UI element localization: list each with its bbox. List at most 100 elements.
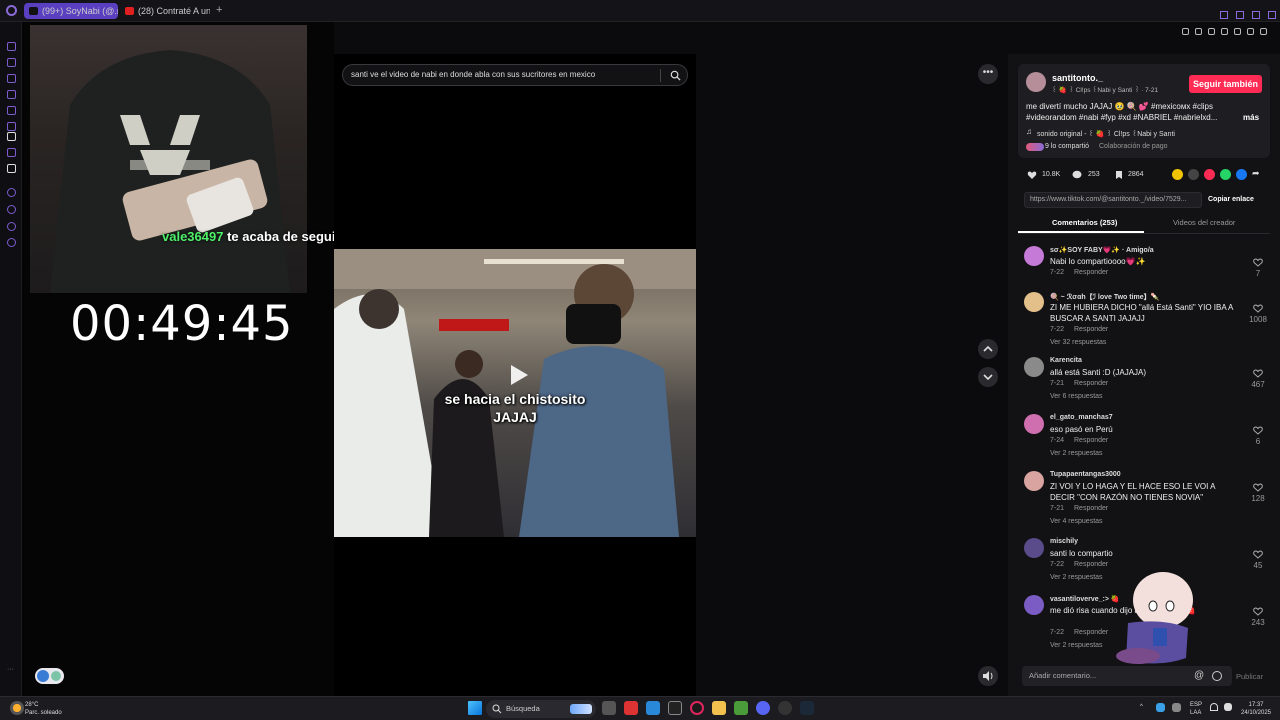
view-replies-link[interactable]: Ver 2 respuestas — [1050, 642, 1103, 649]
tray-app-icon[interactable] — [1156, 703, 1165, 712]
downloads-icon[interactable] — [7, 222, 16, 231]
toolbar-icon[interactable] — [1221, 28, 1228, 35]
tab-comments[interactable]: Comentarios (253) — [1052, 218, 1117, 227]
toolbar-icon[interactable] — [1208, 28, 1215, 35]
share-emoji-icon[interactable] — [1172, 169, 1183, 180]
clock-time[interactable]: 17:37 — [1240, 701, 1272, 709]
view-replies-link[interactable]: Ver 4 respuestas — [1050, 518, 1103, 525]
reply-button[interactable]: Responder — [1074, 505, 1108, 512]
mention-icon[interactable]: @ — [1194, 666, 1204, 686]
file-explorer-icon[interactable] — [712, 701, 726, 715]
new-tab-button[interactable]: + — [216, 4, 222, 16]
weather-icon[interactable] — [10, 701, 24, 715]
comment-username[interactable]: mischily — [1050, 538, 1078, 545]
taskbar-search[interactable]: Búsqueda — [486, 700, 596, 718]
comment-like-icon[interactable] — [1253, 304, 1263, 313]
comment-like-icon[interactable] — [1253, 369, 1263, 378]
more-icon[interactable]: ··· — [7, 666, 16, 675]
wifi-icon[interactable] — [1210, 703, 1218, 711]
discord-icon[interactable] — [756, 701, 770, 715]
view-replies-link[interactable]: Ver 32 respuestas — [1050, 339, 1106, 346]
toolbar-icon[interactable] — [1182, 28, 1189, 35]
comment-like-icon[interactable] — [1253, 483, 1263, 492]
comment-icon[interactable] — [1072, 170, 1082, 180]
whatsapp-icon[interactable] — [1220, 169, 1231, 180]
share-arrow-icon[interactable]: ➦ — [1252, 168, 1260, 179]
toolbar-icon[interactable] — [1234, 28, 1241, 35]
comment-like-icon[interactable] — [1253, 426, 1263, 435]
tray-app-icon-2[interactable] — [1172, 703, 1181, 712]
comment-username[interactable]: 🍭 ~ ℛσαh【ℐ love Two time】🍡 — [1050, 292, 1159, 302]
comment-username[interactable]: Karencita — [1050, 357, 1082, 364]
more-options-button[interactable]: ••• — [978, 64, 998, 84]
emoji-icon[interactable] — [1212, 671, 1222, 681]
start-icon[interactable] — [468, 701, 482, 715]
tab-tiktok[interactable]: (99+) SoyNabi (@.nabrielxd — [24, 3, 118, 19]
comment-like-icon[interactable] — [1253, 607, 1263, 616]
minimize-icon[interactable] — [1236, 11, 1244, 19]
sidebar-icon-5[interactable] — [7, 106, 16, 115]
maximize-icon[interactable] — [1252, 11, 1260, 19]
play-icon[interactable] — [503, 360, 533, 390]
toolbar-icon[interactable] — [1195, 28, 1202, 35]
heart-icon[interactable] — [1247, 28, 1254, 35]
history-icon[interactable] — [7, 188, 16, 197]
sidebar-icon-3[interactable] — [7, 74, 16, 83]
comment-avatar[interactable] — [1024, 292, 1044, 312]
search-icon[interactable] — [670, 70, 681, 81]
author-name[interactable]: santitonto._ — [1052, 73, 1103, 83]
volume-button[interactable] — [978, 666, 998, 686]
task-view-icon[interactable] — [602, 701, 616, 715]
comment-avatar[interactable] — [1024, 357, 1044, 377]
vs-code-icon[interactable] — [646, 701, 660, 715]
comment-avatar[interactable] — [1024, 595, 1044, 615]
opera-gx-icon[interactable] — [690, 701, 704, 715]
reply-button[interactable]: Responder — [1074, 269, 1108, 276]
sidebar-icon-1[interactable] — [7, 42, 16, 51]
search-input[interactable]: santi ve el video de nabi en donde abla … — [342, 64, 688, 86]
author-avatar[interactable] — [1026, 72, 1046, 92]
twitch-sidebar-icon[interactable] — [7, 148, 16, 157]
capcut-icon[interactable] — [668, 701, 682, 715]
embed-icon[interactable] — [1188, 169, 1199, 180]
language-layout[interactable]: LAA — [1190, 709, 1201, 717]
search-tabs-icon[interactable] — [1220, 11, 1228, 19]
tiktok-sidebar-icon[interactable] — [7, 132, 16, 141]
facebook-icon[interactable] — [1236, 169, 1247, 180]
sidebar-icon-2[interactable] — [7, 58, 16, 67]
comment-input[interactable]: Añadir comentario... @ — [1022, 666, 1232, 686]
comment-username[interactable]: ѕσ✨SOY FABY💗✨ · Amigo/a — [1050, 246, 1154, 254]
sidebar-icon-6[interactable] — [7, 122, 16, 131]
view-replies-link[interactable]: Ver 2 respuestas — [1050, 574, 1103, 581]
sidebar-icon-4[interactable] — [7, 90, 16, 99]
comment-avatar[interactable] — [1024, 471, 1044, 491]
obs-icon[interactable] — [778, 701, 792, 715]
more-link[interactable]: más — [1243, 113, 1259, 122]
view-replies-link[interactable]: Ver 2 respuestas — [1050, 450, 1103, 457]
comment-avatar[interactable] — [1024, 414, 1044, 434]
reply-button[interactable]: Responder — [1074, 437, 1108, 444]
previous-video-button[interactable] — [978, 339, 998, 359]
publish-button[interactable]: Publicar — [1236, 672, 1263, 681]
tab-youtube[interactable]: (28) Contraté A un Guard — [120, 3, 210, 19]
minecraft-icon[interactable] — [734, 701, 748, 715]
next-video-button[interactable] — [978, 367, 998, 387]
browser-logo-icon[interactable] — [6, 5, 17, 16]
clock-date[interactable]: 24/10/2025 — [1236, 709, 1276, 717]
reply-button[interactable]: Responder — [1074, 629, 1108, 636]
comment-username[interactable]: el_gato_manchas7 — [1050, 414, 1113, 421]
settings-icon[interactable] — [7, 238, 16, 247]
view-replies-link[interactable]: Ver 6 respuestas — [1050, 393, 1103, 400]
calendar-app-icon[interactable] — [624, 701, 638, 715]
reply-button[interactable]: Responder — [1074, 380, 1108, 387]
comment-avatar[interactable] — [1024, 538, 1044, 558]
post-url-field[interactable]: https://www.tiktok.com/@santitonto._/vid… — [1024, 192, 1202, 208]
clock-icon[interactable] — [7, 205, 16, 214]
comment-like-icon[interactable] — [1253, 258, 1263, 267]
comment-avatar[interactable] — [1024, 246, 1044, 266]
toggle-switch[interactable] — [35, 668, 64, 684]
reply-button[interactable]: Responder — [1074, 561, 1108, 568]
language-code[interactable]: ESP — [1190, 701, 1202, 709]
menu-icon[interactable] — [1260, 28, 1267, 35]
x-sidebar-icon[interactable] — [7, 164, 16, 173]
